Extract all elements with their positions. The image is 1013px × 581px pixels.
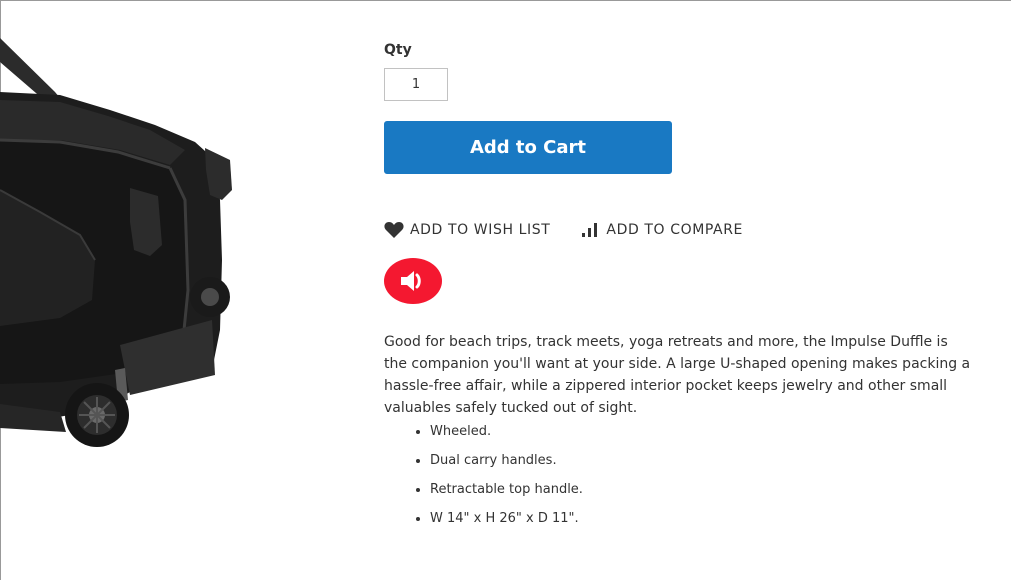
heart-icon — [384, 222, 404, 238]
list-item: Wheeled. — [430, 422, 583, 441]
list-item: Dual carry handles. — [430, 451, 583, 470]
product-image — [0, 38, 232, 447]
list-item: Retractable top handle. — [430, 480, 583, 499]
product-description: Good for beach trips, track meets, yoga … — [384, 334, 971, 416]
product-info: Qty Add to Cart ADD TO WISH LIST ADD TO … — [384, 40, 984, 304]
audio-play-button[interactable] — [384, 258, 442, 304]
add-to-compare-link[interactable]: ADD TO COMPARE — [580, 222, 743, 238]
qty-label: Qty — [384, 42, 412, 58]
add-to-compare-label: ADD TO COMPARE — [606, 222, 744, 238]
add-to-wishlist-link[interactable]: ADD TO WISH LIST — [384, 222, 550, 238]
speaker-icon — [401, 271, 421, 291]
bar-chart-icon — [582, 223, 598, 237]
qty-input[interactable] — [384, 68, 448, 101]
add-to-cart-button[interactable]: Add to Cart — [384, 121, 672, 174]
product-social-actions: ADD TO WISH LIST ADD TO COMPARE — [384, 220, 984, 240]
list-item: W 14" x H 26" x D 11". — [430, 509, 583, 528]
add-to-wishlist-label: ADD TO WISH LIST — [410, 222, 551, 238]
product-features-list: Wheeled. Dual carry handles. Retractable… — [410, 422, 583, 538]
